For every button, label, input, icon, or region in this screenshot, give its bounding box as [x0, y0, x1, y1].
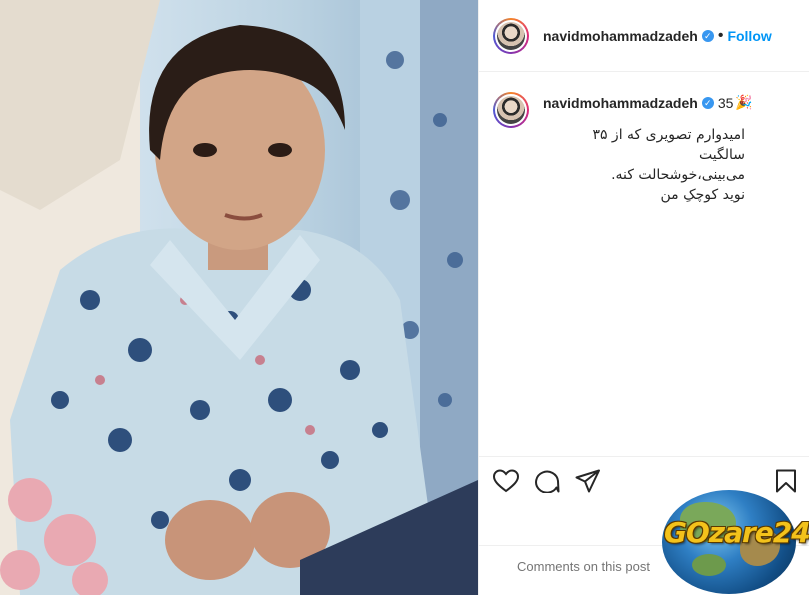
separator-dot: • [717, 26, 724, 44]
caption-username[interactable]: navidmohammadzadeh [543, 95, 698, 111]
verified-badge-icon: ✓ [701, 29, 714, 42]
user-avatar[interactable] [493, 17, 529, 54]
verified-badge-icon: ✓ [701, 96, 714, 109]
caption-header: navidmohammadzadeh ✓ 35 🎉 [543, 94, 753, 111]
caption-line: نوید کوچکِ من [660, 187, 745, 203]
caption-section: navidmohammadzadeh ✓ 35 🎉 امیدوارم تصویر… [479, 72, 809, 205]
watermark-text: GOzare24 [664, 516, 809, 549]
caption-line: امیدوارم تصویری که از ۳۵ سالگیت [592, 127, 745, 163]
comment-icon[interactable] [534, 469, 560, 493]
caption-body: navidmohammadzadeh ✓ 35 🎉 امیدوارم تصویر… [543, 92, 753, 205]
share-icon[interactable] [575, 469, 601, 493]
caption-count: 35 [717, 94, 734, 111]
bookmark-icon[interactable] [775, 469, 797, 493]
post-photo [0, 0, 478, 595]
follow-button[interactable]: Follow [727, 28, 771, 44]
post-header: navidmohammadzadeh ✓ • Follow [479, 0, 809, 72]
party-popper-icon: 🎉 [735, 94, 753, 110]
header-username[interactable]: navidmohammadzadeh [543, 28, 698, 44]
child-photo-illustration [0, 0, 478, 595]
caption-text: امیدوارم تصویری که از ۳۵ سالگیت می‌بینی،… [545, 125, 745, 205]
caption-avatar[interactable] [493, 92, 529, 128]
heart-icon[interactable] [493, 469, 519, 493]
caption-line: می‌بینی،خوشحالت کنه. [611, 167, 745, 183]
